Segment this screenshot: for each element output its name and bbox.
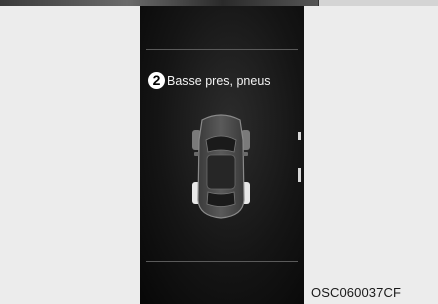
roof <box>206 154 236 190</box>
rear-window <box>206 191 236 207</box>
figure-reference-code: OSC060037CF <box>311 285 401 300</box>
right-mirror <box>243 152 248 156</box>
left-mirror <box>194 152 199 156</box>
tire-pressure-warning-text: Basse pres, pneus <box>167 74 271 88</box>
car-top-view-tire-pressure-icon <box>192 114 250 219</box>
display-bottom-divider <box>146 261 298 262</box>
display-top-divider <box>146 49 298 50</box>
top-photo-divider <box>318 0 319 6</box>
warning-number-badge: 2 <box>148 72 165 89</box>
windshield <box>205 135 237 153</box>
display-edge-indicator <box>298 132 301 182</box>
instrument-cluster-display: 2 Basse pres, pneus <box>140 6 304 304</box>
